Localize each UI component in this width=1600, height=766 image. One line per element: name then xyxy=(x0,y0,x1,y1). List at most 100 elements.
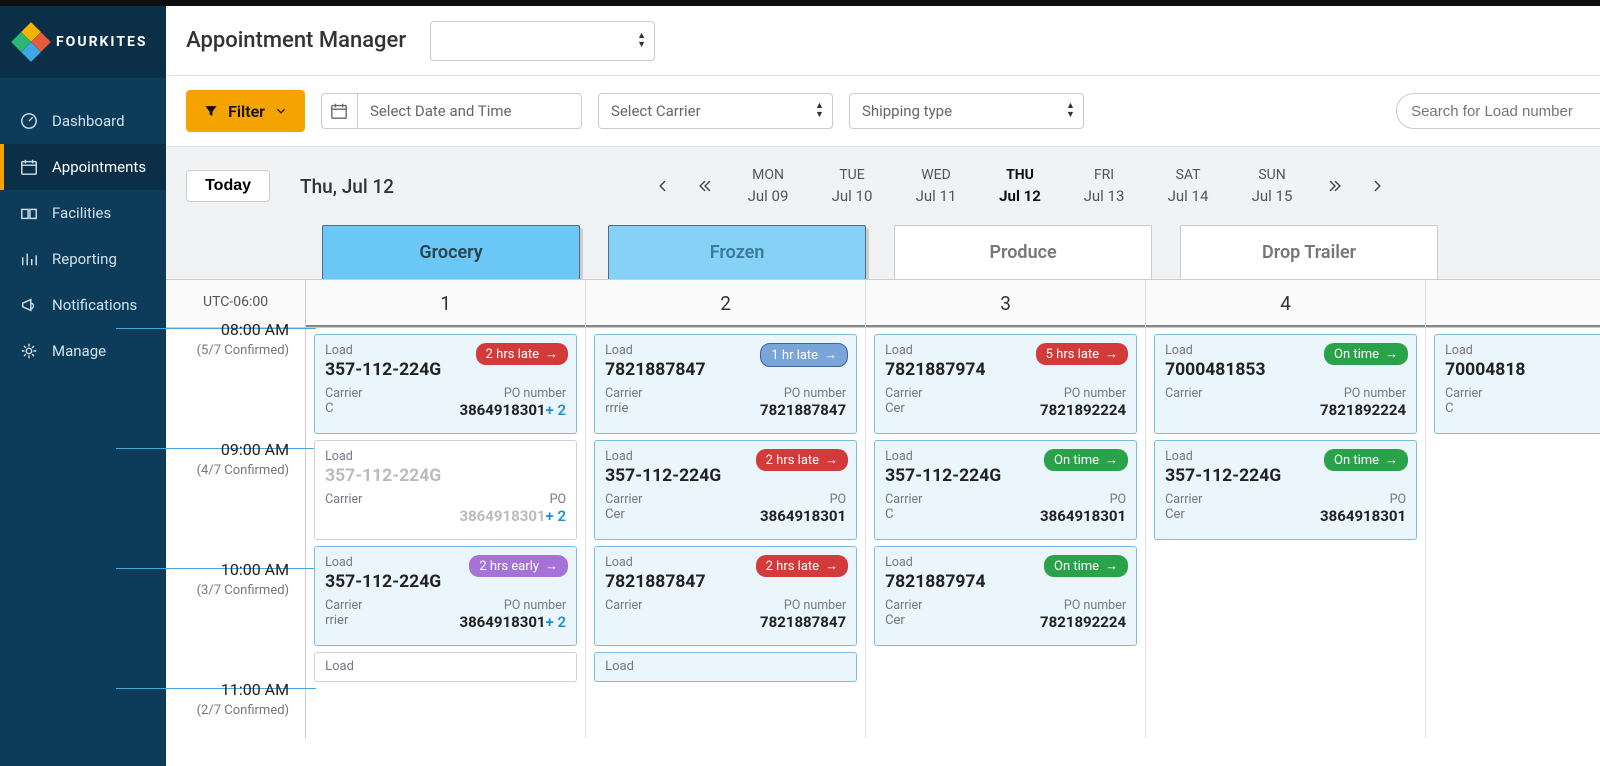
day-mon[interactable]: MONJul 09 xyxy=(736,167,800,205)
chevron-down-icon xyxy=(275,105,287,117)
appointment-card[interactable]: On time→ Load 7000481853 Carrier PO numb… xyxy=(1154,334,1417,434)
dock-col-1: 1 xyxy=(306,280,586,327)
confirm-label: (2/7 Confirmed) xyxy=(197,703,289,718)
po-label: PO number xyxy=(1040,386,1126,401)
prev-day-icon[interactable] xyxy=(652,171,674,201)
carrier-name: rrier xyxy=(325,613,362,628)
date-select[interactable]: Select Date and Time xyxy=(357,93,582,129)
stepper-arrows-icon: ▲▼ xyxy=(637,32,646,50)
toolbar: Filter Select Date and Time Select Carri… xyxy=(166,76,1600,147)
next-day-icon[interactable] xyxy=(1366,171,1388,201)
arrow-right-icon: → xyxy=(1385,346,1398,362)
status-badge: 5 hrs late→ xyxy=(1036,343,1128,365)
day-tue[interactable]: TUEJul 10 xyxy=(820,167,884,205)
search-box[interactable] xyxy=(1396,93,1600,129)
carrier-name: Cer xyxy=(1165,507,1202,522)
nav-notifications[interactable]: Notifications xyxy=(0,282,166,328)
prev-week-icon[interactable] xyxy=(694,171,716,201)
po-label: PO number xyxy=(1320,386,1406,401)
carrier-name: Cer xyxy=(885,401,922,416)
appointment-card[interactable]: On time→ Load 357-112-224G CarrierC PO38… xyxy=(874,440,1137,540)
dock-tab-grocery[interactable]: Grocery xyxy=(322,225,580,279)
search-input[interactable] xyxy=(1411,103,1600,120)
appointment-card[interactable]: 2 hrs late→ Load 357-112-224G CarrierCer… xyxy=(594,440,857,540)
shipping-select[interactable]: Shipping type ▲▼ xyxy=(849,93,1084,129)
carrier-label: Carrier xyxy=(885,492,922,507)
po-label: PO xyxy=(1040,492,1126,507)
calendar-icon-button[interactable] xyxy=(321,93,357,129)
time-label: 10:00 AM xyxy=(197,560,289,579)
day-thu[interactable]: THUJul 12 xyxy=(988,167,1052,205)
nav-manage[interactable]: Manage xyxy=(0,328,166,374)
arrow-right-icon: → xyxy=(1385,452,1398,468)
dock-col-2: 2 xyxy=(586,280,866,327)
grid-col-2: 1 hr late→ Load 7821887847 Carrierrrrie … xyxy=(586,328,866,738)
next-week-icon[interactable] xyxy=(1324,171,1346,201)
date-strip: Today Thu, Jul 12 MONJul 09 TUEJul 10 WE… xyxy=(166,147,1600,279)
arrow-right-icon: → xyxy=(1105,452,1118,468)
schedule-header: UTC-06:00 1 2 3 4 xyxy=(166,280,1600,328)
nav-facilities[interactable]: Facilities xyxy=(0,190,166,236)
po-label: PO number xyxy=(760,386,846,401)
confirm-label: (5/7 Confirmed) xyxy=(197,343,289,358)
dock-tab-frozen[interactable]: Frozen xyxy=(608,225,866,279)
schedule-grid: 2 hrs late→ Load 357-112-224G CarrierC P… xyxy=(306,328,1600,738)
carrier-label: Carrier xyxy=(1165,386,1202,401)
facility-select[interactable]: ▲▼ xyxy=(430,21,655,61)
confirm-label: (4/7 Confirmed) xyxy=(197,463,289,478)
po-number: 7821892224 xyxy=(1040,401,1126,419)
dock-col-more xyxy=(1426,280,1600,327)
gear-icon xyxy=(20,342,38,360)
load-id: 70004818 xyxy=(1445,360,1600,380)
dock-tab-produce[interactable]: Produce xyxy=(894,225,1152,279)
nav-label: Reporting xyxy=(52,250,117,268)
appointment-card[interactable]: On time→ Load 7821887974 CarrierCer PO n… xyxy=(874,546,1137,646)
status-badge: 1 hr late→ xyxy=(760,343,848,367)
day-fri[interactable]: FRIJul 13 xyxy=(1072,167,1136,205)
day-scroller: MONJul 09 TUEJul 10 WEDJul 11 THUJul 12 … xyxy=(652,167,1388,205)
appointment-card[interactable]: 5 hrs late→ Load 7821887974 CarrierCer P… xyxy=(874,334,1137,434)
appointment-card-collapsed[interactable]: Load xyxy=(594,652,857,682)
brand-name: FOURKITES xyxy=(56,34,148,50)
appointment-card[interactable]: On time→ Load 357-112-224G CarrierCer PO… xyxy=(1154,440,1417,540)
status-badge: On time→ xyxy=(1044,555,1128,577)
dock-tab-drop-trailer[interactable]: Drop Trailer xyxy=(1180,225,1438,279)
arrow-right-icon: → xyxy=(545,558,558,574)
grid-col-5: Load 70004818 CarrierC xyxy=(1426,328,1600,738)
today-button[interactable]: Today xyxy=(186,170,270,202)
day-sat[interactable]: SATJul 14 xyxy=(1156,167,1220,205)
appointment-card[interactable]: 1 hr late→ Load 7821887847 Carrierrrrie … xyxy=(594,334,857,434)
appointment-card-collapsed[interactable]: Load xyxy=(314,652,577,682)
calendar-icon xyxy=(20,158,38,176)
carrier-name: C xyxy=(885,507,922,522)
carrier-name: rrrie xyxy=(605,401,642,416)
filter-button[interactable]: Filter xyxy=(186,90,305,132)
load-id: 357-112-224G xyxy=(325,466,566,486)
carrier-select[interactable]: Select Carrier ▲▼ xyxy=(598,93,833,129)
time-label: 08:00 AM xyxy=(197,320,289,339)
carrier-label: Carrier xyxy=(605,492,642,507)
brand: FOURKITES xyxy=(0,6,166,78)
filter-label: Filter xyxy=(228,102,265,121)
day-wed[interactable]: WEDJul 11 xyxy=(904,167,968,205)
appointment-card[interactable]: 2 hrs late→ Load 7821887847 Carrier PO n… xyxy=(594,546,857,646)
main: Appointment Manager ▲▼ Filter Select Dat… xyxy=(166,6,1600,766)
po-number: 7821887847 xyxy=(760,613,846,631)
nav-reporting[interactable]: Reporting xyxy=(0,236,166,282)
shipping-placeholder: Shipping type xyxy=(862,102,952,120)
appointment-card[interactable]: 2 hrs early→ Load 357-112-224G Carrierrr… xyxy=(314,546,577,646)
nav-appointments[interactable]: Appointments xyxy=(0,144,166,190)
time-label: 09:00 AM xyxy=(197,440,289,459)
po-label: PO number xyxy=(459,598,566,613)
arrow-right-icon: → xyxy=(1105,346,1118,362)
status-badge: On time→ xyxy=(1044,449,1128,471)
po-label: PO xyxy=(760,492,846,507)
schedule: UTC-06:00 1 2 3 4 08:00 AM (5/7 Confirmed… xyxy=(166,279,1600,738)
day-sun[interactable]: SUNJul 15 xyxy=(1240,167,1304,205)
nav-dashboard[interactable]: Dashboard xyxy=(0,98,166,144)
appointment-card[interactable]: 2 hrs late→ Load 357-112-224G CarrierC P… xyxy=(314,334,577,434)
appointment-card[interactable]: Load 357-112-224G Carrier PO3864918301+ … xyxy=(314,440,577,540)
nav-label: Dashboard xyxy=(52,112,125,130)
po-number: 3864918301 xyxy=(459,507,545,525)
appointment-card[interactable]: Load 70004818 CarrierC xyxy=(1434,334,1600,434)
